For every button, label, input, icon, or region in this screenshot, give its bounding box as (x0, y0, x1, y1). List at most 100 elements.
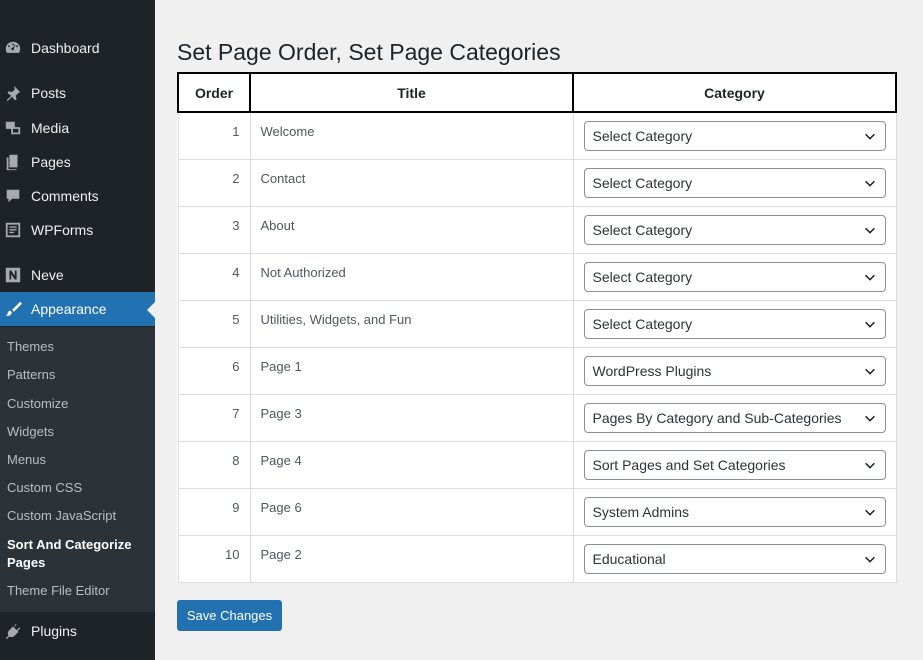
category-cell: Select Category (572, 205, 897, 254)
dashboard-icon (4, 39, 22, 57)
submenu-item-theme-file-editor[interactable]: Theme File Editor (7, 582, 110, 600)
chevron-down-icon (864, 368, 875, 375)
media-icon (4, 119, 22, 137)
table-row: 5 Utilities, Widgets, and Fun Select Categ… (177, 299, 897, 348)
submenu-item-customize[interactable]: Customize (7, 395, 68, 413)
category-select[interactable]: Select Category (583, 308, 886, 339)
category-select[interactable]: WordPress Plugins (583, 355, 886, 386)
sidebar-item-label: Pages (31, 154, 71, 170)
sidebar-item-label: Neve (31, 267, 64, 283)
comment-icon (4, 187, 22, 205)
order-cell: 7 (177, 393, 251, 442)
chevron-down-icon (864, 556, 875, 563)
sidebar-item-label: Plugins (31, 623, 77, 639)
column-header-order: Order (177, 72, 251, 113)
sidebar-item-media[interactable]: Media (0, 111, 155, 145)
chevron-down-icon (864, 274, 875, 281)
category-cell: Select Category (572, 299, 897, 348)
column-header-title: Title (249, 72, 574, 113)
sidebar-item-posts[interactable]: Posts (0, 76, 155, 110)
category-select[interactable]: Select Category (583, 121, 886, 151)
category-cell: Select Category (572, 111, 897, 160)
sidebar-item-comments[interactable]: Comments (0, 179, 155, 213)
table-row: 10 Page 2 Educational (177, 534, 897, 583)
category-select-value: Sort Pages and Set Categories (592, 456, 786, 473)
table-row: 3 About Select Category (177, 205, 897, 254)
chevron-down-icon (864, 180, 875, 187)
order-cell: 1 (177, 111, 251, 160)
category-select[interactable]: Select Category (583, 261, 886, 292)
title-cell: Page 6 (249, 487, 574, 536)
table-row: 1 Welcome Select Category (177, 111, 897, 160)
category-select-value: Select Category (592, 268, 693, 285)
title-cell: About (249, 205, 574, 254)
sidebar-item-neve[interactable]: Neve (0, 258, 155, 292)
title-cell: Utilities, Widgets, and Fun (249, 299, 574, 348)
category-select[interactable]: Pages By Category and Sub-Categories (583, 402, 886, 433)
neve-icon (4, 266, 22, 284)
order-cell: 8 (177, 440, 251, 489)
category-select[interactable]: Select Category (583, 214, 886, 245)
order-cell: 10 (177, 534, 251, 583)
order-cell: 5 (177, 299, 251, 348)
category-select[interactable]: Educational (583, 543, 886, 574)
table-row: 6 Page 1 WordPress Plugins (177, 346, 897, 395)
submenu-item-custom-css[interactable]: Custom CSS (7, 479, 82, 497)
order-cell: 6 (177, 346, 251, 395)
submenu-item-custom-javascript[interactable]: Custom JavaScript (7, 507, 116, 525)
title-cell: Contact (249, 158, 574, 207)
save-changes-button[interactable]: Save Changes (177, 600, 282, 631)
column-header-category: Category (572, 72, 897, 113)
sidebar-item-plugins[interactable]: Plugins (0, 614, 155, 648)
title-cell: Page 2 (249, 534, 574, 583)
sidebar-item-appearance[interactable]: Appearance (0, 292, 155, 326)
category-cell: Select Category (572, 252, 897, 301)
sidebar-item-label: WPForms (31, 222, 94, 238)
title-cell: Page 4 (249, 440, 574, 489)
page-order-table: Order Title Category 1 Welcome Select Cate… (177, 72, 897, 583)
category-select[interactable]: System Admins (583, 496, 886, 527)
submenu-item-patterns[interactable]: Patterns (7, 366, 55, 384)
submenu-item-themes[interactable]: Themes (7, 338, 54, 356)
category-cell: Pages By Category and Sub-Categories (572, 393, 897, 442)
category-select-value: Educational (592, 550, 666, 567)
chevron-down-icon (864, 133, 875, 140)
chevron-down-icon (864, 321, 875, 328)
order-cell: 3 (177, 205, 251, 254)
sidebar-item-label: Appearance (31, 301, 107, 317)
submenu-item-widgets[interactable]: Widgets (7, 423, 54, 441)
chevron-down-icon (864, 509, 875, 516)
table-row: 7 Page 3 Pages By Category and Sub-Categor… (177, 393, 897, 442)
table-row: 8 Page 4 Sort Pages and Set Categories (177, 440, 897, 489)
brush-icon (4, 300, 22, 318)
submenu-item-menus[interactable]: Menus (7, 451, 46, 469)
category-select-value: System Admins (592, 503, 689, 520)
order-cell: 9 (177, 487, 251, 536)
table-header-row: Order Title Category (177, 72, 897, 113)
category-cell: Sort Pages and Set Categories (572, 440, 897, 489)
sidebar-item-wpforms[interactable]: WPForms (0, 213, 155, 247)
category-select-value: Select Category (592, 315, 693, 332)
sidebar-item-pages[interactable]: Pages (0, 145, 155, 179)
sidebar-item-dashboard[interactable]: Dashboard (0, 31, 155, 65)
table-row: 9 Page 6 System Admins (177, 487, 897, 536)
chevron-down-icon (864, 462, 875, 469)
category-cell: WordPress Plugins (572, 346, 897, 395)
category-cell: Educational (572, 534, 897, 583)
title-cell: Page 1 (249, 346, 574, 395)
category-cell: Select Category (572, 158, 897, 207)
submenu-item-sort-and-categorize-pages[interactable]: Sort And Categorize Pages (7, 536, 147, 572)
title-cell: Welcome (249, 111, 574, 160)
plugin-icon (4, 622, 22, 640)
appearance-submenu: Themes Patterns Customize Widgets Menus … (0, 327, 155, 612)
sidebar-item-label: Posts (31, 85, 67, 101)
title-cell: Not Authorized (249, 252, 574, 301)
chevron-down-icon (864, 227, 875, 234)
category-select[interactable]: Select Category (583, 167, 886, 198)
table-row: 2 Contact Select Category (177, 158, 897, 207)
admin-sidebar: Dashboard Posts Media Pages Comments WPF… (0, 0, 155, 660)
category-select[interactable]: Sort Pages and Set Categories (583, 449, 886, 480)
pin-icon (4, 84, 22, 102)
sidebar-item-label: Media (31, 120, 70, 136)
order-cell: 2 (177, 158, 251, 207)
